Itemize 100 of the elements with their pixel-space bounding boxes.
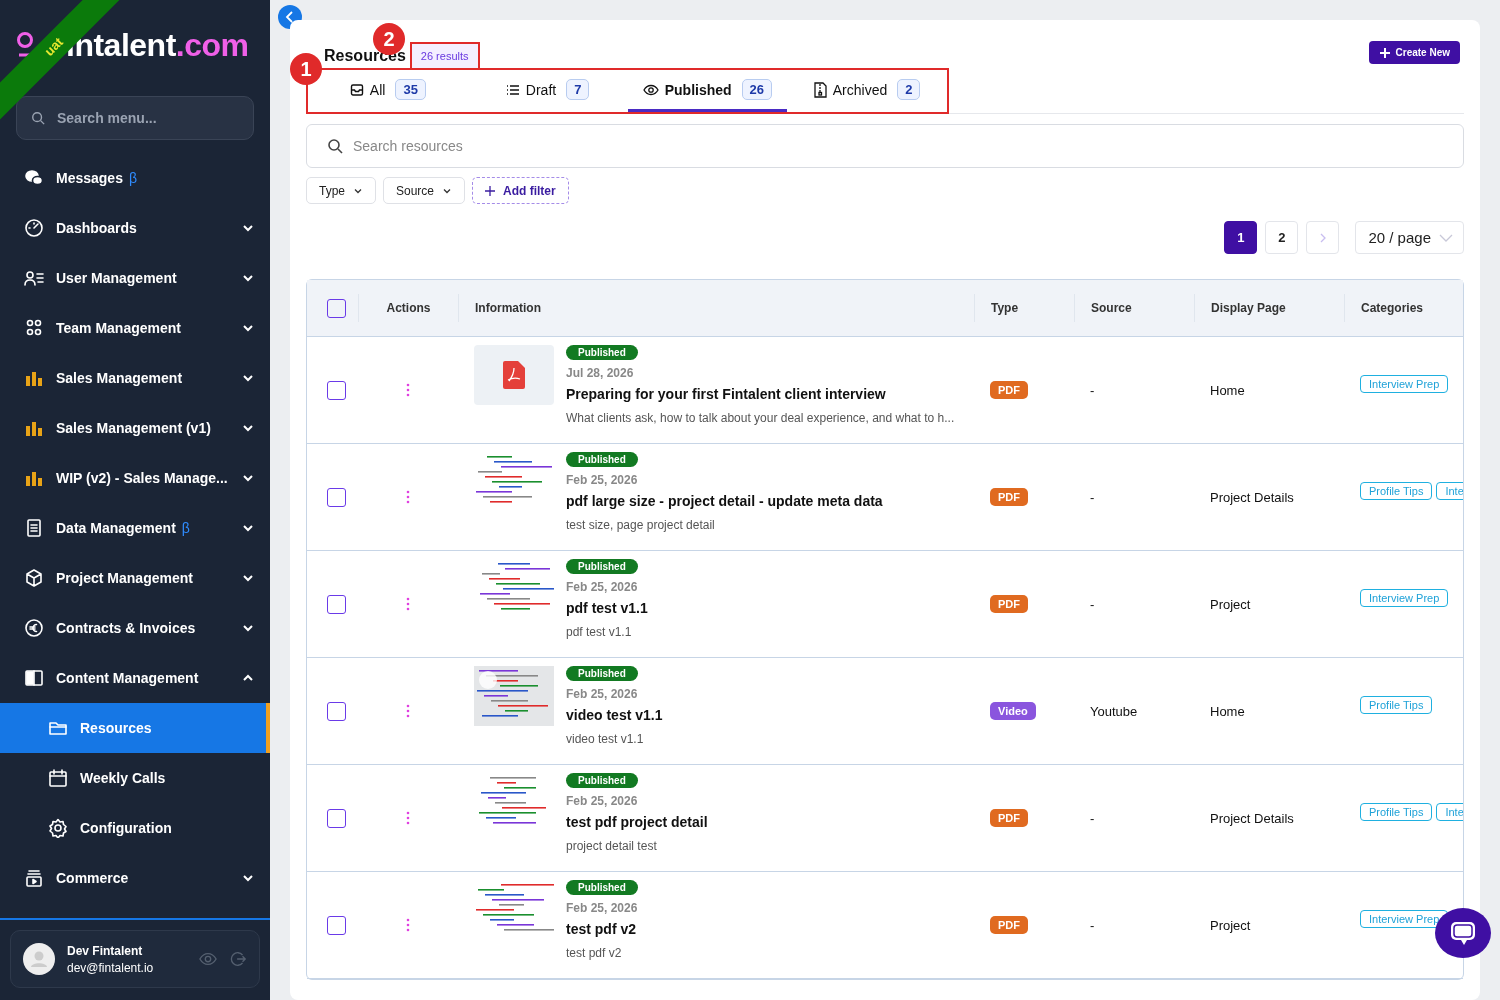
settings-icon <box>48 818 68 838</box>
more-icon[interactable] <box>406 597 410 611</box>
sidebar-subitem[interactable]: Weekly Calls <box>0 753 270 803</box>
add-filter-button[interactable]: Add filter <box>472 177 569 204</box>
sidebar-item-label: Dashboards <box>56 220 137 236</box>
sidebar-item-label: Messages <box>56 170 123 186</box>
display-page-cell: Project <box>1210 917 1251 933</box>
checkbox[interactable] <box>327 298 346 318</box>
display-page-cell: Home <box>1210 703 1245 719</box>
sidebar-subitem[interactable]: Resources <box>0 703 270 753</box>
more-icon[interactable] <box>406 490 410 504</box>
status-badge: Published <box>566 345 638 360</box>
status-badge: Published <box>566 559 638 574</box>
resource-description: test pdf v2 <box>566 946 622 960</box>
annotation-marker: 1 <box>290 53 322 85</box>
category-tag: Profile Tips <box>1360 482 1433 500</box>
euro-icon <box>24 618 44 638</box>
checkbox[interactable] <box>327 701 346 721</box>
filter-dropdown[interactable]: Source <box>383 177 466 204</box>
eye-icon[interactable] <box>199 950 217 968</box>
sidebar-item-label: WIP (v2) - Sales Manage... <box>56 470 228 486</box>
chevron-down-icon <box>1439 232 1453 243</box>
column-header: Type <box>991 301 1019 315</box>
sidebar-item-label: Contracts & Invoices <box>56 620 196 636</box>
status-badge: Published <box>566 880 638 895</box>
list-icon <box>505 82 520 97</box>
resource-title: test pdf project detail <box>566 814 708 830</box>
plus-icon <box>485 185 496 196</box>
sidebar-item[interactable]: Messages β <box>0 153 270 203</box>
more-icon[interactable] <box>406 704 410 718</box>
sidebar-item[interactable]: Project Management <box>0 553 270 603</box>
resource-description: test size, page project detail <box>566 518 715 532</box>
type-tag: PDF <box>990 595 1028 613</box>
beta-label: β <box>128 170 137 186</box>
plus-icon <box>1378 46 1391 59</box>
sidebar-item[interactable]: Contracts & Invoices <box>0 603 270 653</box>
sidebar-item[interactable]: Content Management <box>0 653 270 703</box>
result-count: 26 results <box>411 44 478 68</box>
logout-icon[interactable] <box>229 950 247 968</box>
create-new-button[interactable]: Create New <box>1368 41 1460 64</box>
pdf-file-icon <box>503 361 525 389</box>
resource-description: What clients ask, how to talk about your deal experience, and what to h... <box>566 411 955 425</box>
stack-icon <box>24 868 44 888</box>
sidebar-item[interactable]: User Management <box>0 253 270 303</box>
display-page-cell: Home <box>1210 382 1245 398</box>
sidebar-item[interactable]: Sales Management <box>0 353 270 403</box>
checkbox[interactable] <box>327 808 346 828</box>
page-size-select[interactable]: 20 / page <box>1355 221 1464 254</box>
status-tab[interactable]: Draft 7 <box>467 70 628 112</box>
category-tag: Profile Tips <box>1360 803 1433 821</box>
filter-dropdown[interactable]: Type <box>306 177 376 204</box>
status-tab[interactable]: Published 26 <box>627 70 788 112</box>
source-cell: - <box>1090 596 1095 612</box>
page-button[interactable]: 2 <box>1265 221 1299 254</box>
tab-count: 7 <box>566 79 590 100</box>
sidebar-item[interactable]: Dashboards <box>0 203 270 253</box>
more-icon[interactable] <box>406 811 410 825</box>
users-icon <box>24 268 44 288</box>
status-badge: Published <box>566 773 638 788</box>
checkbox[interactable] <box>327 487 346 507</box>
source-cell: - <box>1090 917 1095 933</box>
checkbox[interactable] <box>327 380 346 400</box>
resource-title: test pdf v2 <box>566 921 636 937</box>
resource-date: Feb 25, 2026 <box>566 794 638 808</box>
status-tab[interactable]: Archived 2 <box>787 70 947 112</box>
cube-icon <box>24 568 44 588</box>
inbox-icon <box>349 82 364 97</box>
sidebar-subitem[interactable]: Configuration <box>0 803 270 853</box>
page-button[interactable]: 1 <box>1224 221 1258 254</box>
resource-description: pdf test v1.1 <box>566 625 632 639</box>
gauge-icon <box>24 218 44 238</box>
resource-date: Feb 25, 2026 <box>566 901 638 915</box>
display-page-cell: Project Details <box>1210 489 1294 505</box>
source-cell: Youtube <box>1090 703 1138 719</box>
menu-search-bar[interactable]: Search menu... <box>16 96 254 140</box>
resource-date: Jul 28, 2026 <box>566 366 634 380</box>
resource-description: project detail test <box>566 839 657 853</box>
search-bar[interactable]: Search resources <box>306 124 1464 168</box>
status-badge: Published <box>566 666 638 681</box>
type-tag: PDF <box>990 488 1028 506</box>
category-tag: Inte <box>1436 803 1463 821</box>
beta-label: β <box>181 520 190 536</box>
sidebar-item[interactable]: Commerce <box>0 853 270 903</box>
menu-search-field[interactable]: Search menu... <box>55 109 239 127</box>
category-tag: Interview Prep <box>1360 375 1449 393</box>
eye-icon <box>642 82 659 97</box>
display-page-cell: Project Details <box>1210 810 1294 826</box>
resource-date: Feb 25, 2026 <box>566 687 638 701</box>
type-tag: PDF <box>990 916 1028 934</box>
search-icon <box>327 138 343 154</box>
more-icon[interactable] <box>406 383 410 397</box>
source-cell: - <box>1090 382 1095 398</box>
sidebar-item[interactable]: WIP (v2) - Sales Manage... <box>0 453 270 503</box>
sidebar-item[interactable]: Sales Management (v1) <box>0 403 270 453</box>
checkbox[interactable] <box>327 594 346 614</box>
sidebar-item[interactable]: Data Management β <box>0 503 270 553</box>
sidebar-item-label: User Management <box>56 270 177 286</box>
sidebar-item[interactable]: Team Management <box>0 303 270 353</box>
more-icon[interactable] <box>406 918 410 932</box>
checkbox[interactable] <box>327 915 346 935</box>
